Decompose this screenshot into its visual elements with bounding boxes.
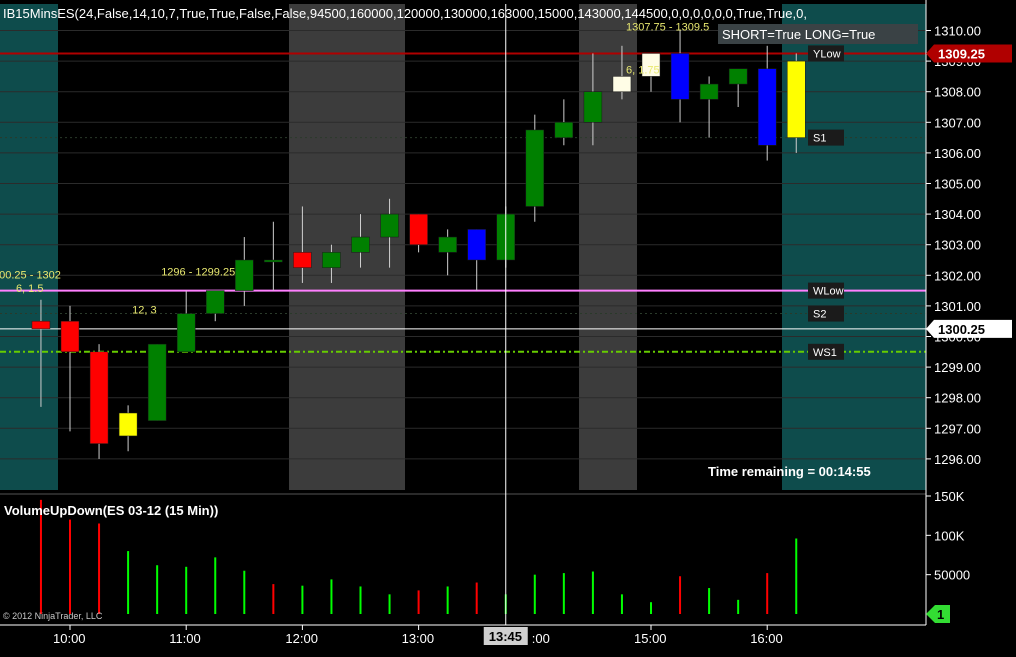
y-tick-label: 1304.00 [934,207,981,222]
candle-body[interactable] [147,343,167,421]
candle-body[interactable] [293,252,312,268]
x-tick-label: 10:00 [53,631,86,646]
volume-badge-label: 1 [937,607,944,622]
y-tick-label: 1308.00 [934,85,981,100]
candle-body[interactable] [264,259,283,263]
candle-body[interactable] [670,53,690,100]
candle-body[interactable] [583,91,603,123]
y-tick-label: 1298.00 [934,391,981,406]
candle-body[interactable] [176,313,196,353]
range-annotation: 6, 1.5 [16,283,44,295]
x-tick-label: 13:00 [402,631,435,646]
y-tick-label: 1297.00 [934,421,981,436]
candle-body[interactable] [787,60,806,138]
x-tick-label: 16:00 [750,631,783,646]
time-remaining: Time remaining = 00:14:55 [708,464,871,479]
y-tick-label: 1305.00 [934,177,981,192]
y-tick-label: 1301.00 [934,299,981,314]
level-label: YLow [813,48,841,60]
vol-tick-label: 50000 [934,568,970,583]
candle-body[interactable] [525,129,545,207]
x-tick-label-partial: :00 [532,631,550,646]
level-label: WLow [813,286,844,298]
y-tick-label: 1303.00 [934,238,981,253]
range-annotation: 12, 3 [132,305,156,317]
vol-tick-label: 100K [934,528,965,543]
candle-body[interactable] [757,68,777,146]
short-long-label: SHORT=True LONG=True [722,27,875,42]
candle-body[interactable] [60,320,80,353]
candle-body[interactable] [380,213,399,238]
candle-body[interactable] [351,236,370,253]
y-tick-label: 1310.00 [934,24,981,39]
y-tick-label: 1296.00 [934,452,981,467]
pre-session-band [0,4,58,490]
y-tick-label: 1307.00 [934,115,981,130]
price-badge-label: 1309.25 [938,46,985,61]
y-tick-label: 1302.00 [934,268,981,283]
range-annotation: 1300.25 - 1302 [0,269,61,281]
candle-body[interactable] [699,83,719,100]
crosshair-time-label: 13:45 [489,629,522,644]
x-tick-label: 15:00 [634,631,667,646]
vol-tick-label: 150K [934,489,965,504]
indicator-title: IB15MinsES(24,False,14,10,7,True,True,Fa… [3,6,807,21]
copyright: © 2012 NinjaTrader, LLC [3,611,103,621]
range-annotation: 1296 - 1299.25 [161,266,235,278]
x-tick-label: 12:00 [285,631,318,646]
candle-body[interactable] [322,252,341,268]
candle-body[interactable] [31,320,51,330]
range-annotation: 6, 1.75 [626,64,660,76]
candle-body[interactable] [89,351,109,444]
candle-body[interactable] [728,68,748,85]
chart-canvas[interactable]: YLowS1WLowS2WS1 1310.001309.001308.00130… [0,0,1016,657]
lunch-band [289,4,405,490]
level-label: S2 [813,309,826,321]
y-tick-label: 1306.00 [934,146,981,161]
candle-body[interactable] [235,259,254,291]
level-label: S1 [813,133,826,145]
y-tick-label: 1299.00 [934,360,981,375]
candle-body[interactable] [467,229,486,261]
candle-body[interactable] [554,122,574,138]
candle-body[interactable] [118,412,138,437]
range-annotation: 1307.75 - 1309.5 [626,22,709,34]
price-badge-label: 1300.25 [938,322,985,337]
candle-body[interactable] [612,76,632,92]
candle-body[interactable] [206,290,225,314]
level-label: WS1 [813,347,837,359]
candle-body[interactable] [438,236,457,253]
volume-panel-title: VolumeUpDown(ES 03-12 (15 Min)) [4,503,218,518]
x-tick-label: 11:00 [169,631,201,646]
candle-body[interactable] [409,213,428,245]
